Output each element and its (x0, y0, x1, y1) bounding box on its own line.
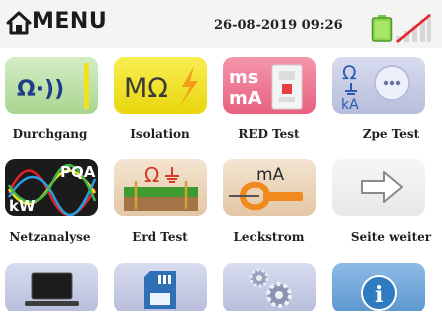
settings-tile[interactable] (223, 263, 316, 313)
continuity-tile[interactable]: Ω·)) (5, 57, 98, 114)
loop-impedance-label: Zpe Test (362, 127, 420, 141)
memory-card-icon (114, 263, 207, 313)
menu-title: MENU (32, 9, 108, 34)
svg-text:Ω·)): Ω·)) (17, 77, 64, 102)
earth-test-tile[interactable]: Ω (114, 159, 207, 216)
earth-test-icon: Ω (114, 159, 207, 216)
continuity-icon: Ω·)) (5, 57, 98, 114)
svg-text:kW: kW (9, 197, 36, 215)
insulation-label: Isolation (130, 127, 190, 141)
datetime-display: 26-08-2019 09:26 (214, 18, 343, 33)
next-page-arrow-icon (332, 159, 425, 216)
continuity-label: Durchgang (12, 127, 88, 141)
info-tile[interactable]: i (332, 263, 425, 313)
power-quality-icon: PQA kW (5, 159, 98, 216)
leakage-current-tile[interactable]: mA (223, 159, 316, 216)
rcd-test-label: RED Test (238, 127, 300, 141)
next-page-label: Seite weiter (350, 230, 432, 244)
earth-test-label: Erd Test (132, 230, 188, 244)
loop-impedance-tile[interactable]: Ω kA (332, 57, 425, 114)
insulation-icon: MΩ (114, 57, 207, 114)
no-signal-icon (396, 13, 431, 44)
memory-tile[interactable] (114, 263, 207, 313)
next-page-tile[interactable] (332, 159, 425, 216)
svg-text:MΩ: MΩ (124, 73, 168, 104)
monitor-tile[interactable] (5, 263, 98, 313)
insulation-tile[interactable]: MΩ (114, 57, 207, 114)
menu-screen: MENU 26-08-2019 09:26 Ω·)) Durchgang MΩ … (0, 0, 442, 327)
svg-text:Ω: Ω (144, 163, 159, 187)
power-quality-label: Netzanalyse (9, 230, 91, 244)
info-icon: i (332, 263, 425, 313)
leakage-current-label: Leckstrom (233, 230, 305, 244)
header-bar: MENU 26-08-2019 09:26 (0, 0, 442, 48)
home-icon[interactable] (6, 11, 32, 35)
monitor-icon (5, 263, 98, 313)
battery-icon (371, 15, 393, 42)
svg-text:PQA: PQA (60, 163, 96, 181)
bottom-strip (0, 311, 442, 327)
rcd-test-icon: ms mA (223, 57, 316, 114)
svg-text:mA: mA (256, 165, 285, 185)
svg-text:kA: kA (341, 97, 359, 113)
rcd-test-tile[interactable]: ms mA (223, 57, 316, 114)
settings-gears-icon (223, 263, 316, 313)
svg-text:mA: mA (229, 88, 262, 109)
svg-text:ms: ms (229, 67, 258, 88)
svg-text:Ω: Ω (342, 62, 357, 84)
svg-text:i: i (375, 282, 383, 308)
loop-impedance-icon: Ω kA (332, 57, 425, 114)
power-quality-tile[interactable]: PQA kW (5, 159, 98, 216)
leakage-clamp-icon: mA (223, 159, 316, 216)
